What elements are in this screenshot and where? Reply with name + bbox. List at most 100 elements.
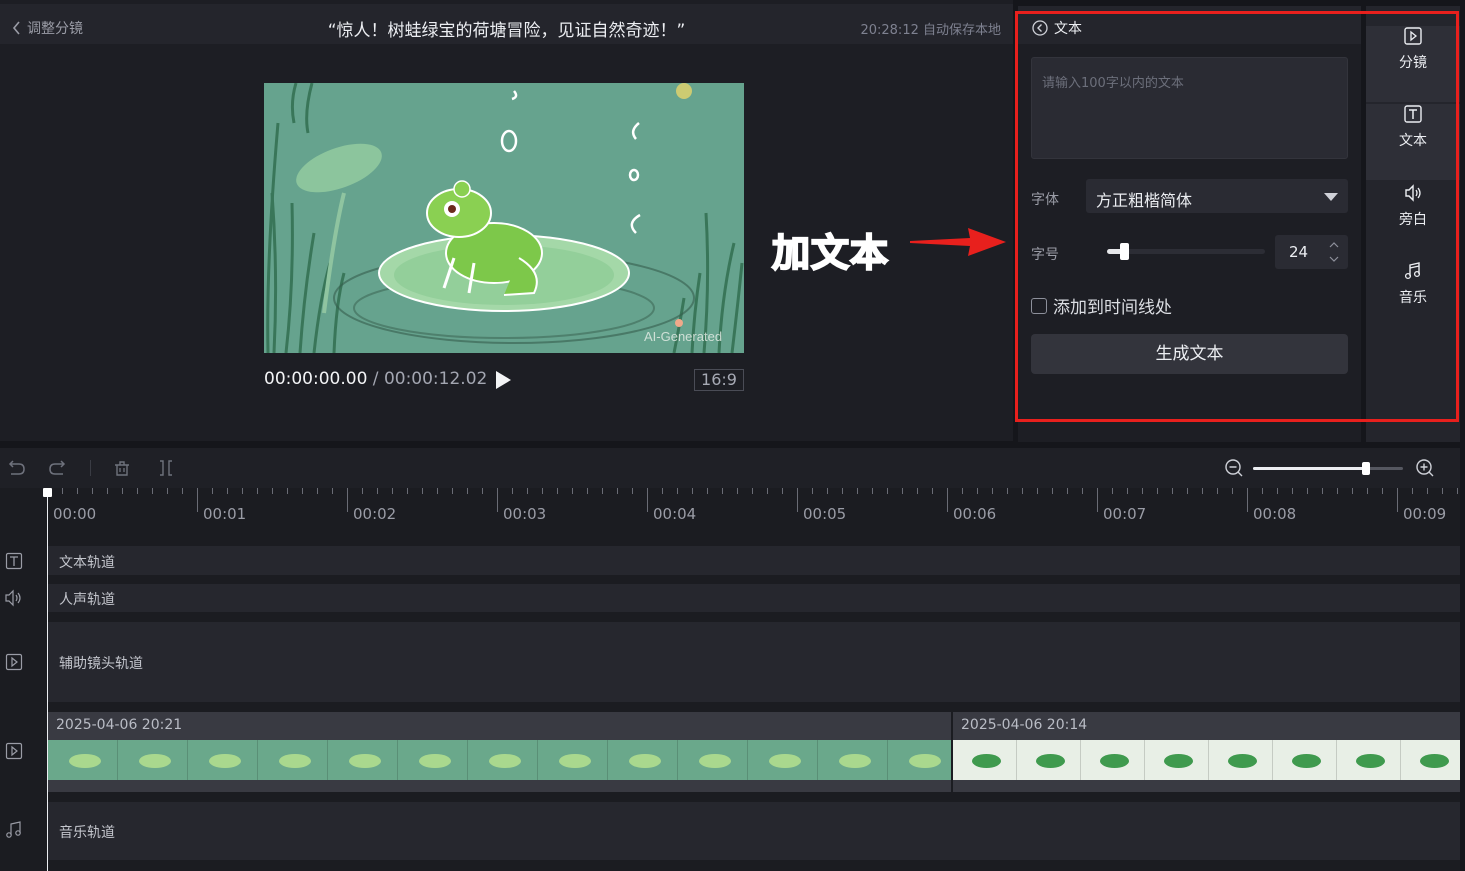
clip-2-thumbnails (953, 740, 1460, 780)
total-time: 00:00:12.02 (383, 369, 488, 389)
ruler-minor-tick (617, 488, 618, 494)
text-input[interactable] (1031, 57, 1348, 159)
thumbnail-frog-shape (839, 754, 871, 768)
ruler-minor-tick (452, 488, 453, 494)
zoom-slider[interactable] (1253, 462, 1403, 475)
ruler-minor-tick (167, 488, 168, 494)
tab-music[interactable]: 音乐 (1366, 261, 1460, 337)
ruler-minor-tick (77, 488, 78, 494)
frog-illustration: AI-Generated (264, 83, 744, 353)
ruler-minor-tick (1157, 488, 1158, 494)
clip-thumbnail (888, 740, 951, 780)
ruler-minor-tick (977, 488, 978, 494)
ruler-minor-tick (1187, 488, 1188, 494)
clip-thumbnail (1273, 740, 1337, 780)
ruler-minor-tick (872, 488, 873, 494)
add-to-timeline-option[interactable]: 添加到时间线处 (1031, 293, 1172, 318)
autosave-status: 20:28:12 自动保存本地 (860, 23, 1001, 38)
generate-text-button[interactable]: 生成文本 (1031, 334, 1348, 374)
music-track[interactable]: 音乐轨道 (48, 802, 1460, 860)
zoom-slider-handle[interactable] (1361, 462, 1370, 475)
ruler-minor-tick (1067, 488, 1068, 494)
chevron-up-icon[interactable] (1329, 240, 1339, 250)
ruler-minor-tick (962, 488, 963, 494)
ruler-minor-tick (437, 488, 438, 494)
aspect-ratio-button[interactable]: 16:9 (694, 369, 744, 391)
video-preview[interactable]: AI-Generated (264, 83, 744, 353)
time-ruler[interactable]: 00:00 00:01 00:02 00:03 00:04 00:05 00:06 00:07… (47, 488, 1460, 528)
clip-thumbnail (1145, 740, 1209, 780)
video-clip-2[interactable]: 2025-04-06 20:14 (953, 712, 1460, 792)
ruler-minor-tick (257, 488, 258, 494)
ruler-minor-tick (767, 488, 768, 494)
ruler-minor-tick (827, 488, 828, 494)
zoom-slider-fill (1253, 467, 1366, 470)
ruler-major-tick (947, 488, 948, 512)
tab-storyboard[interactable]: 分镜 (1366, 26, 1460, 102)
text-panel-header: 文本 (1018, 6, 1361, 44)
tab-storyboard-label: 分镜 (1399, 55, 1427, 71)
ruler-tick-label: 00:08 (1253, 505, 1297, 523)
tab-narration[interactable]: 旁白 (1366, 183, 1460, 259)
ruler-minor-tick (527, 488, 528, 494)
font-size-stepper[interactable]: 24 (1275, 235, 1348, 269)
play-button[interactable] (494, 370, 512, 394)
ruler-tick-label: 00:06 (953, 505, 997, 523)
font-select-value: 方正粗楷简体 (1096, 191, 1193, 210)
ruler-minor-tick (1382, 488, 1383, 494)
toolbar-divider (90, 460, 91, 476)
clip-thumbnail (468, 740, 538, 780)
clip-thumbnail (258, 740, 328, 780)
text-track[interactable]: 文本轨道 (48, 546, 1460, 575)
preview-area: 调整分镜 “惊人！树蛙绿宝的荷塘冒险，见证自然奇迹！” 20:28:12 自动保… (0, 0, 1013, 441)
ruler-minor-tick (572, 488, 573, 494)
clip-2-date: 2025-04-06 20:14 (961, 717, 1088, 733)
ruler-minor-tick (1352, 488, 1353, 494)
ruler-minor-tick (467, 488, 468, 494)
aux-track[interactable]: 辅助镜头轨道 (48, 622, 1460, 702)
clip-thumbnail (1017, 740, 1081, 780)
ruler-minor-tick (692, 488, 693, 494)
zoom-in-icon[interactable] (1415, 458, 1435, 478)
chevron-down-icon[interactable] (1329, 254, 1339, 264)
aux-track-label: 辅助镜头轨道 (59, 656, 143, 672)
clip-thumbnail (953, 740, 1017, 780)
ruler-minor-tick (227, 488, 228, 494)
thumbnail-frog-shape (559, 754, 591, 768)
split-icon[interactable] (156, 458, 176, 478)
voice-track[interactable]: 人声轨道 (48, 584, 1460, 612)
playhead[interactable] (43, 488, 52, 871)
tab-text[interactable]: 文本 (1366, 104, 1460, 180)
font-select[interactable]: 方正粗楷简体 (1086, 179, 1348, 213)
font-size-slider-handle[interactable] (1119, 243, 1129, 260)
thumbnail-frog-shape (1228, 754, 1257, 768)
video-clip-1[interactable]: 2025-04-06 20:21 (48, 712, 951, 792)
ruler-minor-tick (1112, 488, 1113, 494)
ruler-tick-label: 00:02 (353, 505, 397, 523)
caret-down-icon (1324, 193, 1338, 201)
playhead-handle[interactable] (43, 488, 52, 497)
add-to-timeline-checkbox[interactable] (1031, 297, 1047, 314)
ruler-minor-tick (287, 488, 288, 494)
ruler-minor-tick (1442, 488, 1443, 494)
thumbnail-frog-shape (909, 754, 941, 768)
top-bar: 调整分镜 “惊人！树蛙绿宝的荷塘冒险，见证自然奇迹！” 20:28:12 自动保… (0, 4, 1013, 44)
ruler-minor-tick (707, 488, 708, 494)
undo-icon[interactable] (6, 458, 26, 478)
ruler-minor-tick (317, 488, 318, 494)
zoom-out-icon[interactable] (1224, 458, 1244, 478)
delete-icon[interactable] (112, 458, 132, 478)
ruler-minor-tick (722, 488, 723, 494)
redo-icon[interactable] (48, 458, 68, 478)
clip-thumbnail (1401, 740, 1460, 780)
thumbnail-frog-shape (139, 754, 171, 768)
ruler-minor-tick (677, 488, 678, 494)
font-size-slider[interactable] (1107, 243, 1265, 260)
ruler-major-tick (347, 488, 348, 512)
thumbnail-frog-shape (419, 754, 451, 768)
text-track-label: 文本轨道 (59, 555, 115, 571)
ruler-minor-tick (1292, 488, 1293, 494)
text-panel-back-button[interactable]: 文本 (1032, 18, 1082, 38)
tab-text-label: 文本 (1399, 133, 1427, 149)
ruler-minor-tick (512, 488, 513, 494)
